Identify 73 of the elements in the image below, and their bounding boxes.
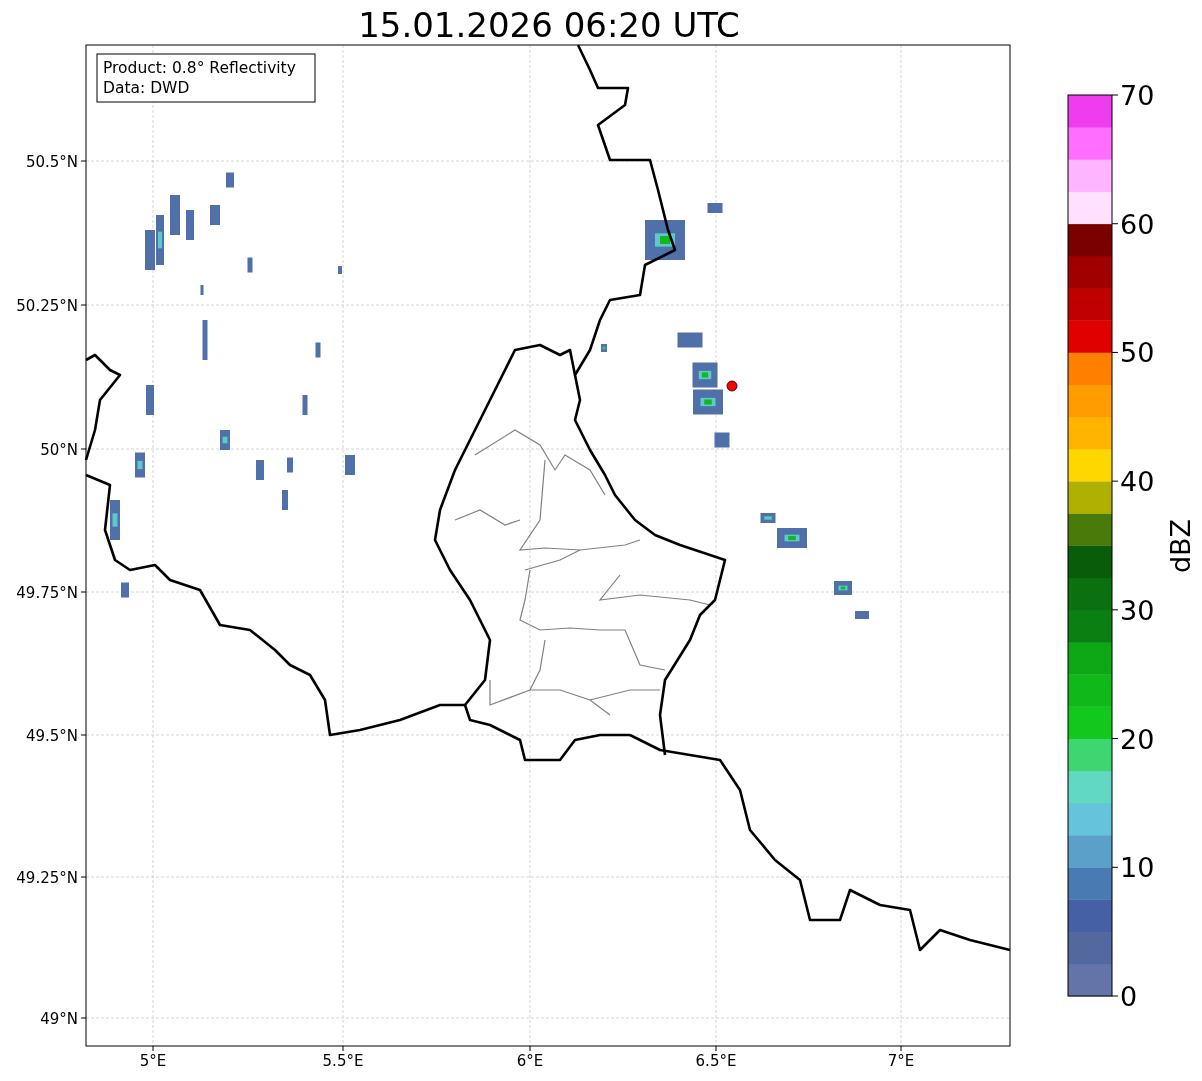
axis-tick-label: 6°E [516,1052,544,1070]
radar-echo [110,500,120,540]
radar-echo [345,455,355,475]
tick-mark [80,876,87,878]
colorbar-tick-label: 0 [1120,981,1138,1012]
colorbar-tick-label: 10 [1120,852,1155,884]
tick-mark [1111,480,1119,482]
tick-mark [1111,738,1119,740]
axis-tick-label: 50.5°N [25,153,78,171]
tick-mark [80,591,87,593]
radar-echo [287,457,293,473]
axis-tick-label: 5.5°E [322,1052,364,1070]
radar-site-marker [726,380,738,392]
radar-echo [601,344,607,352]
axis-tick-label: 6.5°E [695,1052,737,1070]
axis-tick-label: 49.75°N [16,584,78,602]
radar-echo [777,528,807,548]
info-text: Data: DWD [103,79,190,97]
colorbar-tick-label: 40 [1120,466,1155,498]
axis-tick-label: 50.25°N [16,297,78,315]
radar-echo [645,220,685,260]
axis-tick-label: 7°E [887,1052,915,1070]
radar-echo [200,285,204,295]
chart-title: 15.01.2026 06:20 UTC [358,5,740,45]
radar-echo [693,389,723,415]
colorbar-tick-label: 50 [1120,337,1155,369]
radar-echo [834,581,852,595]
tick-mark [1111,94,1119,96]
tick-mark [80,304,87,306]
tick-mark [80,734,87,736]
radar-echo [145,230,155,270]
colorbar-tick-label: 20 [1120,723,1155,755]
radar-echo [256,460,264,480]
tick-mark [900,1045,902,1052]
axis-tick-label: 5°E [139,1052,167,1070]
radar-echo [226,172,234,188]
radar-echo [707,203,723,213]
radar-echo [121,582,129,598]
radar-echo [220,430,230,450]
radar-echo [146,385,154,415]
radar-echo [170,195,180,235]
radar-echo [855,611,869,619]
radar-echo [302,395,308,415]
tick-mark [1111,995,1119,997]
radar-echo [202,320,208,360]
colorbar-label: dBZ [1165,518,1196,574]
colorbar-tick-label: 70 [1120,80,1155,111]
colorbar-tick-label: 60 [1120,208,1155,240]
tick-mark [1111,609,1119,611]
radar-echo [135,452,145,478]
tick-mark [152,1045,154,1052]
tick-mark [1111,223,1119,225]
tick-mark [342,1045,344,1052]
radar-echo [760,513,776,523]
axis-tick-label: 49.5°N [25,727,78,745]
tick-mark [80,1017,87,1019]
tick-mark [1111,351,1119,353]
tick-mark [529,1045,531,1052]
radar-echo [282,490,288,510]
tick-mark [1111,866,1119,868]
tick-mark [80,160,87,162]
radar-echo [338,266,342,274]
colorbar-tick-label: 30 [1120,594,1155,626]
axis-tick-label: 49.25°N [16,869,78,887]
tick-mark [715,1045,717,1052]
radar-echo [210,205,220,225]
radar-echo [247,257,253,273]
axis-tick-label: 50°N [40,441,78,459]
tick-mark [80,448,87,450]
info-text: Product: 0.8° Reflectivity [103,59,296,77]
radar-echo [186,210,194,240]
axis-tick-label: 49°N [40,1010,78,1028]
radar-echo [315,342,321,358]
